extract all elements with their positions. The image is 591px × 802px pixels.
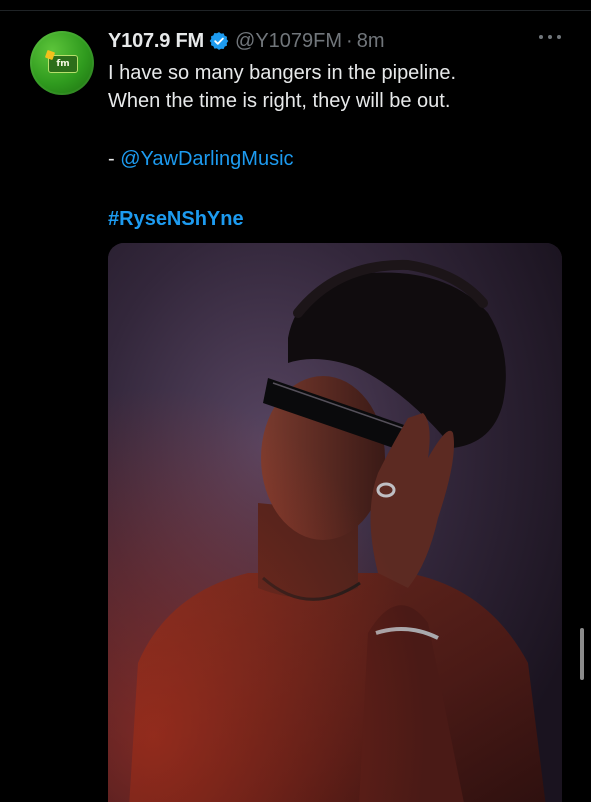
tweet-timestamp[interactable]: 8m xyxy=(357,30,385,53)
separator-dot: · xyxy=(346,29,353,52)
photo-illustration xyxy=(108,243,562,802)
divider xyxy=(0,10,591,11)
verified-badge-icon[interactable] xyxy=(209,31,229,51)
user-handle[interactable]: @Y1079FM xyxy=(235,30,342,53)
tweet-header: Y107.9 FM @Y1079FM · 8m xyxy=(108,28,385,54)
mention-link[interactable]: @YawDarlingMusic xyxy=(120,148,293,170)
avatar[interactable]: fm xyxy=(30,31,94,95)
display-name[interactable]: Y107.9 FM xyxy=(108,30,204,53)
mention-prefix: - xyxy=(108,148,121,170)
station-logo: fm xyxy=(44,49,78,73)
logo-text: fm xyxy=(56,59,70,69)
tweet-text-line: When the time is right, they will be out… xyxy=(108,90,451,112)
logo-accent xyxy=(44,49,56,61)
hashtag-link[interactable]: #RyseNShYne xyxy=(108,205,244,233)
tweet-screen: fm Y107.9 FM @Y1079FM · 8m I have so man… xyxy=(0,0,591,802)
scrollbar-thumb[interactable] xyxy=(580,628,584,680)
more-options-icon[interactable] xyxy=(539,32,561,42)
tweet-photo[interactable] xyxy=(108,243,562,802)
tweet-text-line: I have so many bangers in the pipeline. xyxy=(108,62,456,84)
tweet-text: I have so many bangers in the pipeline. … xyxy=(108,59,558,115)
mention-line: - @YawDarlingMusic xyxy=(108,145,294,173)
